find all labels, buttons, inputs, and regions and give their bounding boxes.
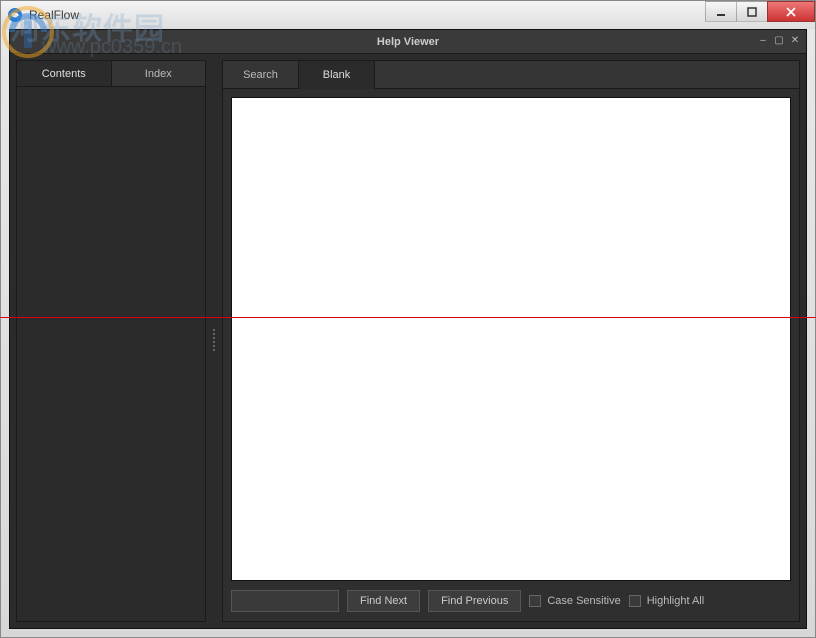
tab-index-label: Index (145, 68, 172, 80)
right-tabs: Search Blank (223, 61, 799, 89)
tab-index[interactable]: Index (112, 61, 206, 86)
tab-search-label: Search (243, 69, 278, 81)
find-next-button[interactable]: Find Next (347, 590, 420, 612)
left-tabs: Contents Index (17, 61, 205, 87)
maximize-button[interactable] (736, 1, 768, 22)
window-controls (706, 1, 815, 22)
case-sensitive-checkbox[interactable]: Case Sensitive (529, 595, 620, 607)
tab-blank-label: Blank (323, 69, 351, 81)
find-previous-button[interactable]: Find Previous (428, 590, 521, 612)
outer-window: RealFlow Help Viewer ‒ ▢ ✕ (0, 0, 816, 638)
right-tabs-filler (375, 61, 799, 89)
inner-close-icon[interactable]: ✕ (788, 34, 802, 48)
help-viewer-titlebar[interactable]: Help Viewer ‒ ▢ ✕ (10, 30, 806, 54)
tab-contents[interactable]: Contents (17, 61, 112, 86)
tab-search[interactable]: Search (223, 61, 299, 89)
realflow-app-icon (7, 7, 23, 23)
find-bar: Find Next Find Previous Case Sensitive H… (223, 581, 799, 621)
viewer-area (223, 89, 799, 581)
app-body: Contents Index Search Blank (10, 54, 806, 628)
left-tab-content (17, 87, 205, 621)
outer-titlebar[interactable]: RealFlow (1, 1, 815, 29)
tab-blank[interactable]: Blank (299, 61, 375, 89)
outer-window-title: RealFlow (29, 8, 79, 22)
left-panel: Contents Index (16, 60, 206, 622)
help-content-viewer[interactable] (231, 97, 791, 581)
find-input[interactable] (231, 590, 339, 612)
inner-window-controls: ‒ ▢ ✕ (756, 34, 802, 48)
help-viewer-title: Help Viewer (377, 36, 439, 48)
tab-contents-label: Contents (42, 68, 86, 80)
minimize-button[interactable] (705, 1, 737, 22)
case-sensitive-label: Case Sensitive (547, 595, 620, 607)
highlight-all-checkbox[interactable]: Highlight All (629, 595, 704, 607)
checkbox-icon (629, 595, 641, 607)
checkbox-icon (529, 595, 541, 607)
inner-maximize-icon[interactable]: ▢ (772, 34, 786, 48)
close-button[interactable] (767, 1, 815, 22)
app-frame: Help Viewer ‒ ▢ ✕ Contents Index (9, 29, 807, 629)
splitter-handle[interactable] (212, 60, 216, 622)
highlight-all-label: Highlight All (647, 595, 704, 607)
right-panel: Search Blank Find Next Find Previous (222, 60, 800, 622)
inner-minimize-icon[interactable]: ‒ (756, 34, 770, 48)
